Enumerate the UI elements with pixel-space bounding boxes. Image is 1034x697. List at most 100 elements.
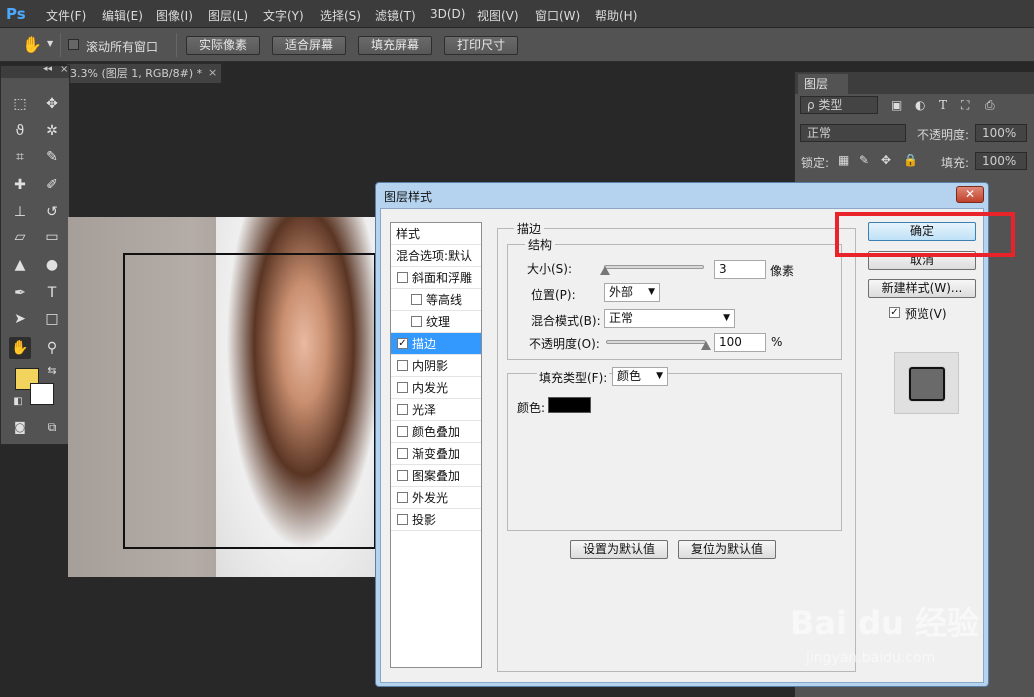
set-default-button[interactable]: 设置为默认值 bbox=[570, 540, 668, 559]
rectangle-tool-icon[interactable]: □ bbox=[41, 308, 63, 330]
actual-pixels-button[interactable]: 实际像素 bbox=[186, 36, 260, 55]
document-close-icon[interactable]: × bbox=[208, 66, 217, 79]
style-item-checkbox[interactable] bbox=[397, 404, 408, 415]
type-tool-icon[interactable]: T bbox=[41, 282, 63, 304]
opacity-slider-thumb[interactable] bbox=[701, 341, 711, 350]
menu-filter[interactable]: 滤镜(T) bbox=[375, 7, 416, 24]
opacity-slider[interactable] bbox=[606, 340, 706, 344]
blur-tool-icon[interactable]: ▲ bbox=[9, 254, 31, 276]
default-colors-icon[interactable]: ◧ bbox=[7, 391, 29, 413]
style-item-checkbox[interactable] bbox=[397, 492, 408, 503]
new-style-button[interactable]: 新建样式(W)... bbox=[868, 279, 976, 298]
opacity-input[interactable]: 100 bbox=[714, 333, 766, 352]
filter-pixel-icon[interactable]: ▣ bbox=[891, 98, 902, 112]
print-size-button[interactable]: 打印尺寸 bbox=[444, 36, 518, 55]
size-slider[interactable] bbox=[604, 265, 704, 269]
magic-wand-icon[interactable]: ✲ bbox=[41, 120, 63, 142]
filter-type-icon[interactable]: T bbox=[939, 98, 947, 112]
style-item[interactable]: 斜面和浮雕 bbox=[391, 267, 481, 289]
tools-close-icon[interactable]: × bbox=[60, 64, 68, 75]
menu-edit[interactable]: 编辑(E) bbox=[102, 7, 143, 24]
swap-colors-icon[interactable]: ⇆ bbox=[41, 360, 63, 382]
menu-select[interactable]: 选择(S) bbox=[320, 7, 361, 24]
zoom-tool-icon[interactable]: ⚲ bbox=[41, 337, 63, 359]
layer-fill-input[interactable]: 100% bbox=[975, 152, 1027, 170]
eyedropper-icon[interactable]: ✎ bbox=[41, 146, 63, 168]
fill-screen-button[interactable]: 填充屏幕 bbox=[358, 36, 432, 55]
quick-mask-icon[interactable]: ◙ bbox=[9, 416, 31, 438]
menu-file[interactable]: 文件(F) bbox=[46, 7, 86, 24]
style-item-checkbox[interactable] bbox=[397, 360, 408, 371]
menu-type[interactable]: 文字(Y) bbox=[263, 7, 304, 24]
screen-mode-icon[interactable]: ⧉ bbox=[41, 416, 63, 438]
layer-opacity-input[interactable]: 100% bbox=[975, 124, 1027, 142]
blend-mode-select[interactable]: 正常 ▼ bbox=[604, 309, 735, 328]
eraser-icon[interactable]: ▱ bbox=[9, 226, 31, 248]
fit-screen-button[interactable]: 适合屏幕 bbox=[272, 36, 346, 55]
style-item[interactable]: 投影 bbox=[391, 509, 481, 531]
style-item[interactable]: 颜色叠加 bbox=[391, 421, 481, 443]
style-item[interactable]: 图案叠加 bbox=[391, 465, 481, 487]
style-item-checkbox[interactable] bbox=[397, 514, 408, 525]
menu-3d[interactable]: 3D(D) bbox=[430, 7, 465, 21]
layer-filter-select[interactable]: ρ 类型 bbox=[800, 96, 878, 114]
menu-help[interactable]: 帮助(H) bbox=[595, 7, 637, 24]
style-item[interactable]: 内发光 bbox=[391, 377, 481, 399]
tab-layers[interactable]: 图层 bbox=[798, 74, 848, 94]
collapse-icon[interactable]: ◂◂ bbox=[43, 64, 52, 74]
menu-image[interactable]: 图像(I) bbox=[156, 7, 193, 24]
pen-tool-icon[interactable]: ✒ bbox=[9, 282, 31, 304]
marquee-tool-icon[interactable]: ⬚ bbox=[9, 93, 31, 115]
hand-tool-active-icon[interactable]: ✋ bbox=[9, 337, 31, 359]
lock-transparent-icon[interactable]: ▦ bbox=[838, 153, 849, 167]
layer-blend-mode-select[interactable]: 正常 bbox=[800, 124, 906, 142]
background-color-swatch[interactable] bbox=[30, 383, 54, 405]
lock-image-icon[interactable]: ✎ bbox=[859, 153, 869, 167]
clone-stamp-icon[interactable]: ⊥ bbox=[9, 201, 31, 223]
move-tool-icon[interactable]: ✥ bbox=[41, 93, 63, 115]
style-item-checkbox[interactable] bbox=[397, 448, 408, 459]
preview-checkbox[interactable]: ✓ bbox=[889, 307, 900, 318]
style-item[interactable]: 内阴影 bbox=[391, 355, 481, 377]
style-item-checkbox[interactable] bbox=[411, 294, 422, 305]
lasso-tool-icon[interactable]: ϑ bbox=[9, 120, 31, 142]
gradient-tool-icon[interactable]: ▭ bbox=[41, 226, 63, 248]
history-brush-icon[interactable]: ↺ bbox=[41, 201, 63, 223]
crop-tool-icon[interactable]: ⌗ bbox=[9, 146, 31, 168]
menu-view[interactable]: 视图(V) bbox=[477, 7, 519, 24]
style-item-checkbox[interactable] bbox=[397, 426, 408, 437]
path-selection-icon[interactable]: ➤ bbox=[9, 308, 31, 330]
style-item[interactable]: 渐变叠加 bbox=[391, 443, 481, 465]
filter-shape-icon[interactable]: ⛶ bbox=[961, 98, 969, 113]
blend-options-item[interactable]: 混合选项:默认 bbox=[391, 245, 481, 267]
hand-tool-icon[interactable]: ✋ bbox=[22, 35, 42, 54]
size-slider-thumb[interactable] bbox=[600, 266, 610, 275]
style-item-checkbox[interactable]: ✓ bbox=[397, 338, 408, 349]
position-select[interactable]: 外部 ▼ bbox=[604, 283, 660, 302]
size-input[interactable]: 3 bbox=[714, 260, 766, 279]
filter-adjustment-icon[interactable]: ◐ bbox=[915, 98, 925, 112]
style-item[interactable]: 等高线 bbox=[391, 289, 481, 311]
menu-window[interactable]: 窗口(W) bbox=[535, 7, 580, 24]
scroll-all-checkbox[interactable] bbox=[68, 39, 79, 50]
stroke-color-swatch[interactable] bbox=[548, 397, 591, 413]
style-item[interactable]: 纹理 bbox=[391, 311, 481, 333]
style-item[interactable]: ✓ 描边 bbox=[391, 333, 481, 355]
healing-brush-icon[interactable]: ✚ bbox=[9, 174, 31, 196]
document-tab[interactable]: 3.3% (图层 1, RGB/8#) * bbox=[66, 63, 222, 83]
style-item-checkbox[interactable] bbox=[397, 470, 408, 481]
lock-position-icon[interactable]: ✥ bbox=[881, 153, 891, 167]
style-item[interactable]: 光泽 bbox=[391, 399, 481, 421]
brush-tool-icon[interactable]: ✐ bbox=[41, 174, 63, 196]
style-item-checkbox[interactable] bbox=[397, 272, 408, 283]
filter-smart-object-icon[interactable]: ⎙ bbox=[985, 98, 995, 113]
style-item[interactable]: 外发光 bbox=[391, 487, 481, 509]
tool-preset-chevron-down-icon[interactable]: ▼ bbox=[47, 39, 53, 48]
fill-type-select[interactable]: 颜色 ▼ bbox=[612, 367, 668, 386]
reset-default-button[interactable]: 复位为默认值 bbox=[678, 540, 776, 559]
dialog-close-button[interactable]: ✕ bbox=[956, 186, 984, 203]
style-item-checkbox[interactable] bbox=[397, 382, 408, 393]
menu-layer[interactable]: 图层(L) bbox=[208, 7, 248, 24]
lock-all-icon[interactable]: 🔒 bbox=[903, 153, 918, 167]
style-item-checkbox[interactable] bbox=[411, 316, 422, 327]
